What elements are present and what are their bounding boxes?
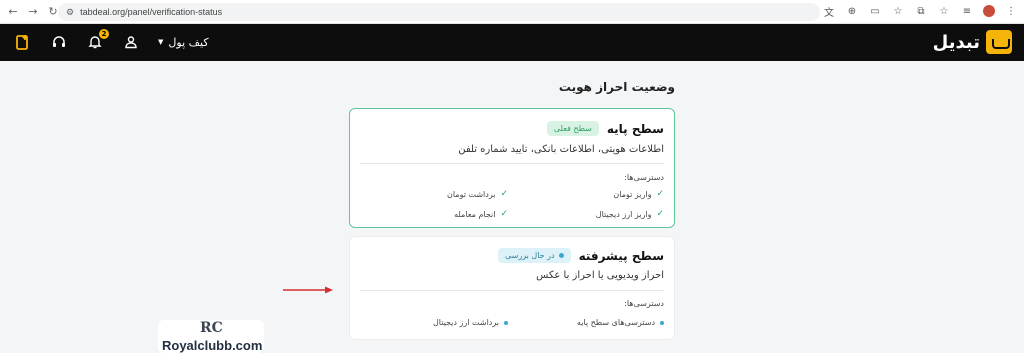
- browser-actions: 文 ⊕ ▭ ☆ ⧉ ☆ ≡ ⋮: [822, 4, 1018, 19]
- access-item-label: واریز ارز دیجیتال: [595, 209, 652, 219]
- chevron-down-icon: ▼: [158, 38, 164, 46]
- current-level-badge: سطح فعلی: [546, 121, 599, 136]
- check-icon: ✓: [656, 209, 664, 219]
- access-item-label: برداشت تومان: [446, 189, 496, 199]
- headset-svg: [53, 36, 65, 47]
- basic-level-title: سطح پایه: [606, 121, 664, 136]
- royalclubb-watermark: RC Royalclubb.com: [158, 320, 264, 353]
- check-icon: ✓: [500, 189, 508, 199]
- deposit-icon[interactable]: [14, 33, 32, 51]
- divider: [360, 290, 664, 291]
- watermark-text: Royalclubb.com: [162, 338, 263, 353]
- bullet-dot-icon: [660, 320, 664, 325]
- support-headset-icon[interactable]: [50, 33, 68, 51]
- bullet-dot-icon: [504, 320, 508, 325]
- advanced-access-label: دسترسی‌ها:: [624, 299, 664, 308]
- bookmark-star-icon[interactable]: ☆: [891, 4, 905, 18]
- wallet-label: کیف پول: [168, 35, 209, 49]
- back-icon[interactable]: ←: [6, 5, 20, 19]
- page-title: وضعیت احراز هویت: [558, 80, 675, 94]
- advanced-level-description: احراز ویدیویی یا احراز با عکس: [536, 270, 664, 281]
- access-item-label: واریز تومان: [613, 189, 652, 199]
- under-review-label: در حال بررسی: [504, 251, 555, 260]
- translate-icon[interactable]: 文: [822, 4, 836, 19]
- site-info-icon[interactable]: ⚙: [66, 7, 74, 18]
- access-item-label: انجام معامله: [454, 209, 496, 219]
- access-item: ✓ برداشت تومان: [447, 189, 508, 199]
- deposit-icon-svg: [16, 35, 28, 50]
- access-item: ✓ واریز ارز دیجیتال: [596, 209, 664, 219]
- url-text: tabdeal.org/panel/verification-status: [80, 7, 223, 17]
- divider: [360, 163, 664, 164]
- user-svg: [125, 36, 137, 49]
- check-icon: ✓: [500, 209, 508, 219]
- access-item-label: برداشت ارز دیجیتال: [432, 318, 499, 327]
- access-item: دسترسی‌های سطح پایه: [577, 318, 664, 327]
- under-review-badge: در حال بررسی: [497, 248, 571, 263]
- access-item: ✓ واریز تومان: [613, 189, 664, 199]
- extensions-icon[interactable]: ⧉: [914, 4, 928, 18]
- menu-icon[interactable]: ⋮: [1004, 4, 1018, 18]
- access-item: برداشت ارز دیجیتال: [433, 318, 508, 327]
- wallet-dropdown[interactable]: کیف پول ▼: [158, 36, 209, 49]
- access-item-label: دسترسی‌های سطح پایه: [576, 318, 655, 327]
- basic-level-description: اطلاعات هویتی، اطلاعات بانکی، تایید شمار…: [458, 144, 664, 155]
- address-bar[interactable]: ⚙ tabdeal.org/panel/verification-status: [58, 3, 820, 21]
- user-account-icon[interactable]: [122, 33, 140, 51]
- status-dot-icon: [558, 253, 564, 258]
- logo-mark-icon: [986, 30, 1012, 54]
- notification-count-badge: 2: [99, 29, 109, 39]
- logo-text: تبدیل: [932, 31, 980, 53]
- media-icon[interactable]: ≡: [960, 4, 974, 18]
- zoom-icon[interactable]: ⊕: [845, 4, 859, 18]
- check-icon: ✓: [656, 189, 664, 199]
- forward-icon[interactable]: →: [26, 5, 40, 19]
- watermark-mark: RC: [200, 320, 223, 336]
- advanced-level-title: سطح پیشرفته: [578, 248, 664, 263]
- access-item: ✓ انجام معامله: [454, 209, 508, 219]
- header-actions: 2 کیف پول ▼: [14, 29, 209, 51]
- browser-toolbar: ← → ↻ ⚙ tabdeal.org/panel/verification-s…: [0, 0, 1024, 24]
- basic-level-header: سطح پایه سطح فعلی: [546, 121, 664, 136]
- tabdeal-logo[interactable]: تبدیل: [933, 30, 1012, 54]
- notification-bell-icon[interactable]: 2: [86, 29, 109, 51]
- basic-level-card: سطح پایه سطح فعلی اطلاعات هویتی، اطلاعات…: [349, 108, 675, 228]
- advanced-level-card: سطح پیشرفته در حال بررسی احراز ویدیویی ی…: [349, 236, 675, 340]
- star-icon[interactable]: ☆: [937, 4, 951, 18]
- basic-access-label: دسترسی‌ها:: [624, 173, 664, 182]
- cast-icon[interactable]: ▭: [868, 4, 882, 18]
- app-header: 2 کیف پول ▼ تبدیل: [0, 24, 1024, 61]
- annotation-arrow-icon: [283, 286, 333, 294]
- profile-avatar-icon[interactable]: [983, 5, 995, 17]
- advanced-level-header: سطح پیشرفته در حال بررسی: [497, 248, 664, 263]
